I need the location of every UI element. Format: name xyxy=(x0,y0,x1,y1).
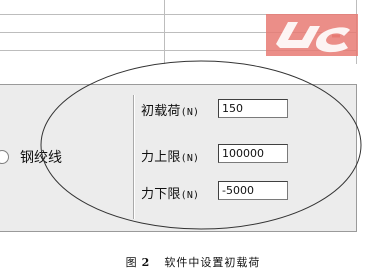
upper-limit-label-text: 力上限 xyxy=(141,150,181,165)
upper-limit-unit: (N) xyxy=(180,153,200,164)
initial-load-label: 初载荷(N) xyxy=(141,100,199,119)
caption-number: 2 xyxy=(141,256,151,269)
initial-load-label-text: 初载荷 xyxy=(141,104,181,119)
lower-limit-label-text: 力下限 xyxy=(141,187,181,202)
initial-load-input[interactable]: 150 xyxy=(218,99,288,118)
table-line xyxy=(164,0,165,64)
strand-label: 钢绞线 xyxy=(20,150,62,166)
divider xyxy=(134,95,135,219)
caption-fig: 图 xyxy=(125,256,138,269)
upper-limit-input[interactable]: 100000 xyxy=(218,144,288,163)
lower-limit-label: 力下限(N) xyxy=(141,183,199,202)
caption-text: 软件中设置初载荷 xyxy=(164,256,261,269)
initial-load-unit: (N) xyxy=(180,107,200,118)
lower-limit-input[interactable]: -5000 xyxy=(218,181,288,200)
strand-radio[interactable] xyxy=(0,150,9,164)
upper-limit-label: 力上限(N) xyxy=(141,146,199,165)
lower-limit-unit: (N) xyxy=(180,190,200,201)
figure-caption: 图 2 软件中设置初载荷 xyxy=(0,254,386,270)
logo-watermark xyxy=(266,14,358,56)
settings-panel: 钢绞线 初载荷(N) 150 力上限(N) 100000 力下限(N) -500… xyxy=(0,84,357,232)
